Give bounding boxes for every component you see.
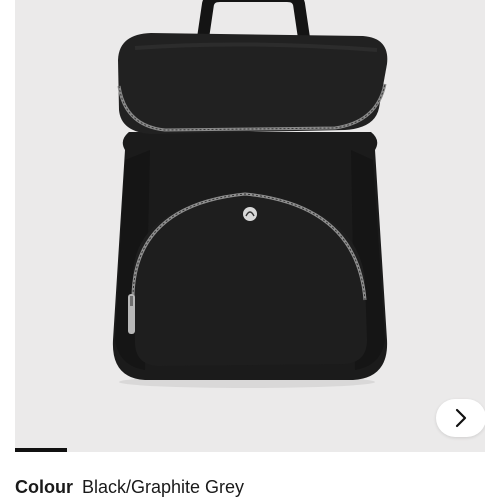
product-image-gallery[interactable] [15, 0, 485, 448]
colour-selection: Colour Black/Graphite Grey [15, 476, 244, 498]
next-image-button[interactable] [436, 399, 485, 437]
chevron-right-icon [455, 408, 467, 428]
gallery-progress-fill [15, 448, 67, 452]
product-page: Colour Black/Graphite Grey [0, 0, 500, 500]
gallery-progress-indicator [15, 448, 485, 452]
colour-label: Colour [15, 477, 73, 497]
backpack-image [112, 0, 388, 388]
colour-value: Black/Graphite Grey [82, 477, 245, 497]
lululemon-logo-icon [243, 207, 257, 221]
